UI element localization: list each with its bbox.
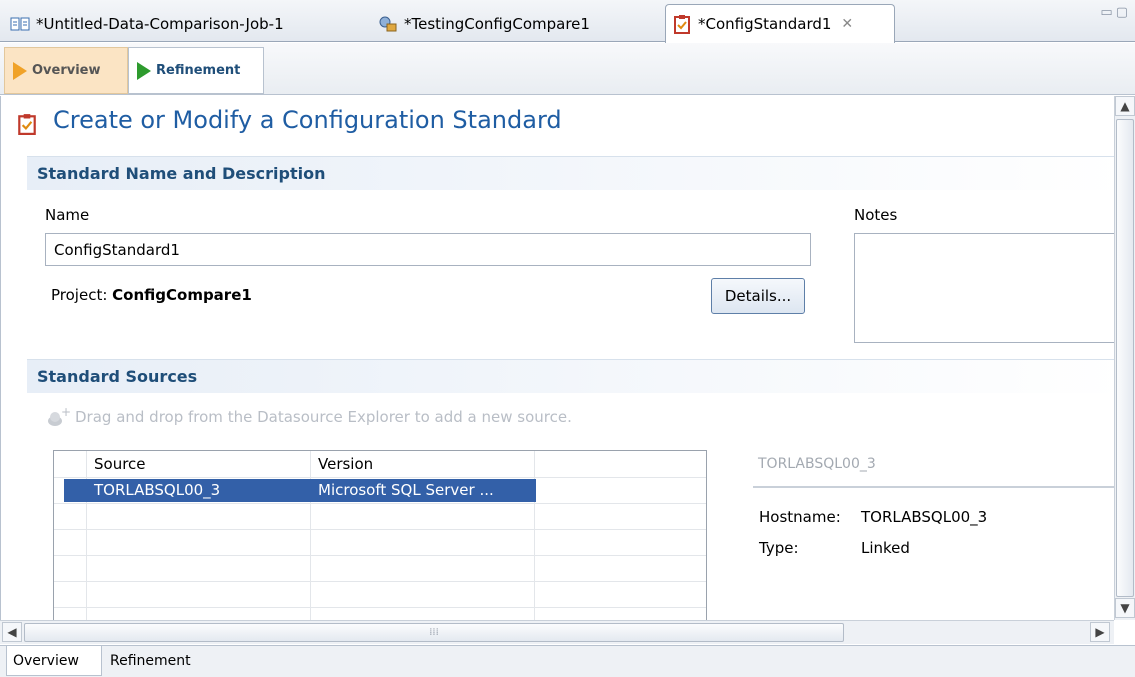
table-grid-line	[54, 503, 706, 504]
horizontal-scroll-thumb[interactable]: ⁞⁞⁞	[24, 623, 844, 642]
divider	[753, 486, 1114, 488]
notes-field[interactable]	[854, 233, 1114, 343]
section-title: Standard Name and Description	[37, 164, 326, 183]
editor-tab-testing-config-compare[interactable]: *TestingConfigCompare1	[372, 6, 590, 42]
section-header-standard-sources[interactable]: Standard Sources	[27, 359, 1114, 393]
scroll-left-icon[interactable]: ◀	[2, 622, 22, 642]
source-cell: TORLABSQL00_3	[94, 481, 221, 499]
drag-drop-hint: + Drag and drop from the Datasource Expl…	[45, 406, 572, 428]
bottom-tab-refinement[interactable]: Refinement	[104, 646, 214, 676]
name-field[interactable]	[45, 233, 811, 266]
refinement-form-tab-label: Refinement	[156, 63, 241, 78]
bottom-page-tabs: Overview Refinement	[0, 645, 1135, 677]
editor-content: Create or Modify a Configuration Standar…	[0, 96, 1114, 620]
play-arrow-icon	[13, 61, 27, 80]
window-controls[interactable]: ▭▢	[1100, 5, 1131, 20]
column-header-version[interactable]: Version	[318, 455, 373, 473]
scroll-down-icon[interactable]: ▼	[1115, 598, 1135, 618]
type-value: Linked	[861, 539, 910, 557]
form-tab-toolbar: Overview Refinement	[0, 43, 1135, 95]
refinement-form-tab[interactable]: Refinement	[128, 47, 264, 94]
project-label: Project:	[51, 286, 108, 304]
editor-tab-label: *ConfigStandard1	[698, 15, 832, 33]
table-grid-line	[54, 477, 706, 478]
type-label: Type:	[759, 539, 799, 557]
add-source-icon: +	[48, 406, 71, 426]
page-title: Create or Modify a Configuration Standar…	[53, 106, 562, 134]
section-title: Standard Sources	[37, 367, 198, 386]
data-comparison-icon	[10, 14, 30, 34]
config-compare-icon	[378, 14, 398, 34]
horizontal-scrollbar[interactable]: ◀ ⁞⁞⁞ ▶	[0, 620, 1114, 644]
table-row[interactable]: TORLABSQL00_3 Microsoft SQL Server ...	[64, 479, 536, 502]
editor-tab-label: *Untitled-Data-Comparison-Job-1	[36, 15, 284, 33]
editor-tab-config-standard[interactable]: *ConfigStandard1 ✕	[665, 4, 895, 43]
scroll-up-icon[interactable]: ▲	[1115, 96, 1135, 116]
hostname-label: Hostname:	[759, 508, 841, 526]
version-cell: Microsoft SQL Server ...	[318, 481, 494, 499]
notes-label: Notes	[854, 206, 898, 224]
name-label: Name	[45, 206, 90, 224]
drag-hint-text: Drag and drop from the Datasource Explor…	[75, 408, 572, 426]
vertical-scroll-thumb[interactable]	[1116, 119, 1134, 597]
source-info-title: TORLABSQL00_3	[758, 456, 876, 472]
table-grid-line	[54, 529, 706, 530]
table-grid-line	[54, 555, 706, 556]
scroll-right-icon[interactable]: ▶	[1090, 622, 1110, 642]
bottom-tab-overview[interactable]: Overview	[6, 646, 102, 676]
overview-form-tab[interactable]: Overview	[4, 47, 128, 94]
overview-form-tab-label: Overview	[32, 63, 101, 78]
sources-table[interactable]: Source Version TORLABSQL00_3 Microsoft S…	[53, 450, 707, 620]
details-button[interactable]: Details...	[711, 278, 805, 314]
close-icon[interactable]: ✕	[841, 16, 853, 32]
table-grid-line	[54, 607, 706, 608]
editor-tab-bar: *Untitled-Data-Comparison-Job-1 *Testing…	[0, 0, 1135, 43]
editor-tab-label: *TestingConfigCompare1	[404, 15, 590, 33]
config-standard-icon	[18, 114, 36, 135]
vertical-scrollbar[interactable]: ▲ ▼	[1114, 96, 1135, 620]
play-arrow-icon	[137, 61, 151, 80]
svg-text:+: +	[61, 406, 71, 419]
table-grid-line	[54, 581, 706, 582]
hostname-value: TORLABSQL00_3	[861, 508, 988, 526]
config-standard-icon	[672, 14, 692, 34]
section-header-name-description[interactable]: Standard Name and Description	[27, 156, 1114, 190]
project-info: Project: ConfigCompare1	[51, 286, 252, 304]
editor-tab-data-comparison[interactable]: *Untitled-Data-Comparison-Job-1	[4, 6, 284, 42]
column-header-source[interactable]: Source	[94, 455, 146, 473]
project-value: ConfigCompare1	[112, 286, 252, 304]
